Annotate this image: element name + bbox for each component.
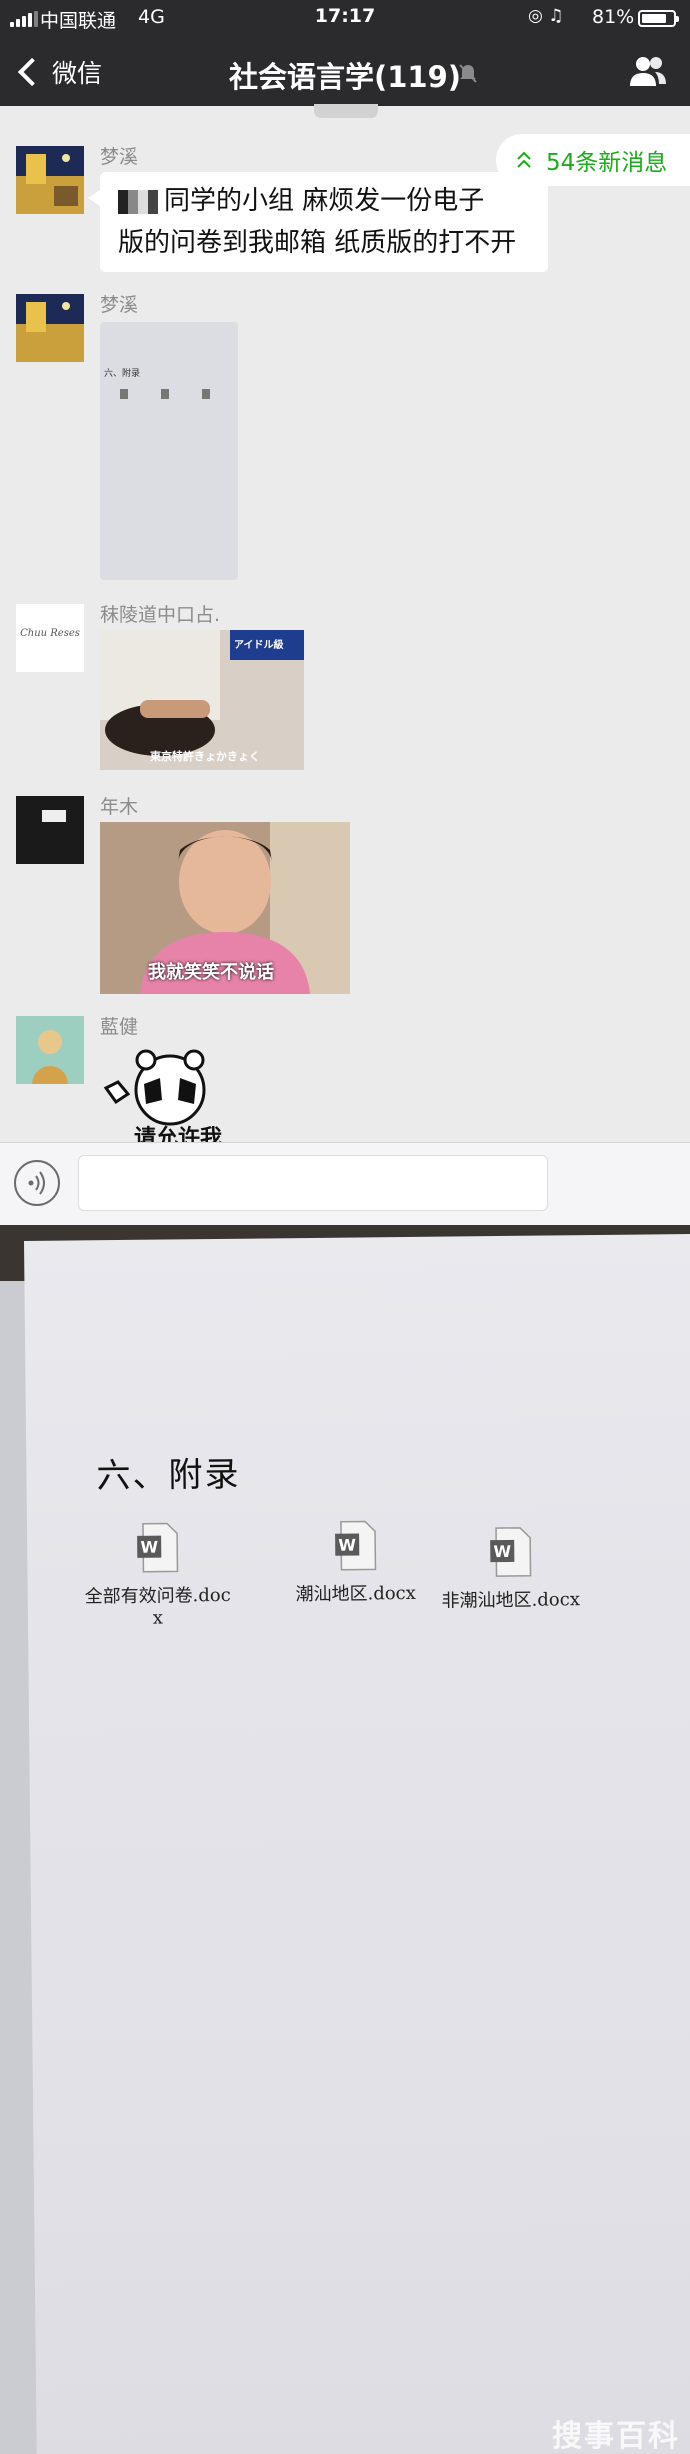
sticker-message[interactable]: 我就笑笑不说话 — [100, 822, 350, 994]
voice-button[interactable] — [14, 1160, 60, 1206]
avatar-painting-image — [16, 146, 84, 214]
attachment-file: W 潮汕地区.docx — [285, 1519, 426, 1606]
sticker-message[interactable]: 请允许我 — [100, 1042, 250, 1142]
clock: 17:17 — [314, 5, 376, 27]
sender-name: 梦溪 — [100, 294, 139, 316]
thumb-heading: 六、附录 — [104, 369, 141, 379]
sticker-caption: 東京特許きょかきょく — [150, 750, 260, 763]
avatar[interactable] — [16, 294, 84, 362]
redacted-mosaic — [118, 189, 158, 214]
watermark: 搜事百科 — [552, 2419, 680, 2454]
message-input[interactable] — [78, 1155, 548, 1211]
sticker-message[interactable]: アイドル級 東京特許きょかきょく — [100, 630, 304, 770]
message-text-line1: 同学的小组 麻烦发一份电子 — [164, 186, 485, 216]
chat-title: 社会语言学(119) — [228, 60, 462, 94]
attachment-file: W 非潮汕地区.docx — [425, 1525, 596, 1613]
input-bar — [0, 1142, 690, 1225]
printed-page-photo: 六、附录 W 全部有效问卷.doc x W 潮汕地区.docx W 非潮汕地区.… — [0, 1225, 690, 2454]
file-name-line1: 非潮汕地区.docx — [441, 1589, 581, 1612]
avatar-painting-image — [16, 294, 84, 362]
word-doc-icon: W — [137, 1522, 179, 1573]
appendix-heading: 六、附录 — [96, 1454, 241, 1497]
sender-name: 梦溪 — [100, 146, 139, 168]
avatar[interactable]: Chuu Reses — [16, 604, 84, 672]
svg-text:W: W — [140, 1538, 158, 1557]
word-doc-icon: W — [335, 1520, 377, 1571]
word-doc-icon: W — [490, 1527, 532, 1577]
avatar[interactable] — [16, 146, 84, 214]
battery-percent: 81% — [592, 6, 635, 28]
wechat-chat-screen: 中国联通 4G 17:17 ◎ ♫ 81% 微信 社会语言学(119) 54条新… — [0, 0, 690, 1225]
paper-sheet: 六、附录 W 全部有效问卷.doc x W 潮汕地区.docx W 非潮汕地区.… — [24, 1233, 690, 2454]
input-extra-controls[interactable] — [566, 1157, 684, 1209]
file-name-line1: 潮汕地区.docx — [295, 1582, 416, 1606]
headphones-icon: ◎ ♫ — [528, 6, 564, 26]
sticker-caption: 我就笑笑不说话 — [148, 962, 274, 983]
timestamp-pill — [314, 104, 378, 118]
sender-name: 年木 — [100, 796, 139, 818]
text-message-bubble[interactable]: 同学的小组 麻烦发一份电子 版的问卷到我邮箱 纸质版的打不开 — [88, 172, 548, 272]
status-bar: 中国联通 4G 17:17 ◎ ♫ 81% — [0, 0, 690, 36]
sticker-caption: 请允许我 — [134, 1126, 223, 1142]
avatar-illustration — [16, 1016, 84, 1084]
avatar[interactable] — [16, 1016, 84, 1084]
sticker-badge: アイドル級 — [234, 640, 284, 651]
file-name-line2: x — [152, 1607, 164, 1629]
voice-icon — [28, 1171, 45, 1195]
sender-name: 藍健 — [100, 1016, 139, 1038]
nav-bar: 微信 社会语言学(119) — [0, 36, 690, 106]
avatar[interactable] — [16, 796, 84, 864]
attachment-file: W 全部有效问卷.doc x — [67, 1521, 248, 1630]
mute-icon — [459, 64, 477, 83]
thumb-file-icons — [106, 384, 226, 399]
image-message[interactable]: 六、附录 — [100, 322, 238, 580]
avatar-text: Chuu Reses — [20, 628, 80, 639]
svg-text:W: W — [493, 1542, 511, 1561]
group-members-icon[interactable] — [628, 54, 668, 88]
file-name-line1: 全部有效问卷.doc — [84, 1584, 231, 1608]
battery-icon — [638, 10, 679, 27]
svg-text:W: W — [338, 1536, 356, 1555]
sender-name: 秣陵道中口占. — [100, 604, 221, 626]
double-chevron-up-icon — [517, 151, 531, 168]
unread-label: 54条新消息 — [546, 150, 668, 176]
message-text-line2: 版的问卷到我邮箱 纸质版的打不开 — [118, 228, 517, 258]
